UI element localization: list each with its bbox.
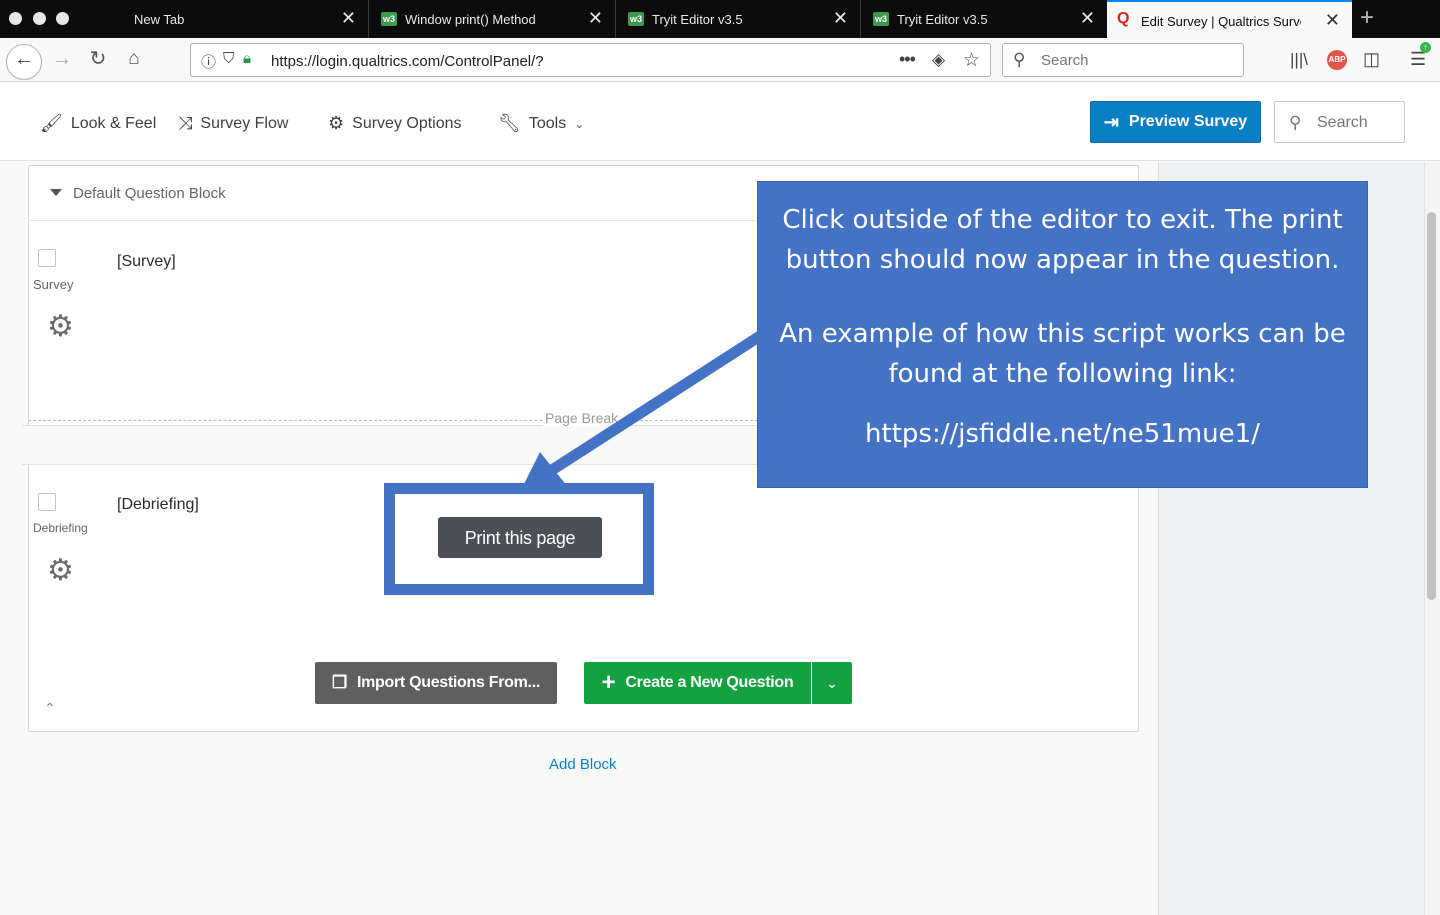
question-checkbox[interactable] <box>38 249 56 267</box>
w3-favicon-icon: w3 <box>873 12 889 26</box>
browser-tab-tryit-1[interactable]: w3 Tryit Editor v3.5 ✕ <box>616 0 860 38</box>
update-badge-icon: ↑ <box>1420 42 1431 53</box>
url-text[interactable]: https://login.qualtrics.com/ControlPanel… <box>271 53 544 70</box>
page-break-label: Page Break <box>543 410 623 426</box>
callout-link-text: https://jsfiddle.net/ne51mue1/ <box>865 419 1260 449</box>
close-tab-icon[interactable]: ✕ <box>341 8 356 28</box>
bookmark-star-icon[interactable]: ☆ <box>963 49 980 72</box>
w3-favicon-icon: w3 <box>381 12 397 26</box>
zoom-window-icon[interactable] <box>56 12 69 25</box>
chevron-down-icon: ⌄ <box>574 116 585 131</box>
question-label: Debriefing <box>33 521 88 535</box>
close-window-icon[interactable] <box>9 12 22 25</box>
browser-tab-window-print[interactable]: w3 Window print() Method ✕ <box>369 0 615 38</box>
w3-favicon-icon: w3 <box>628 12 644 26</box>
browser-tab-tryit-2[interactable]: w3 Tryit Editor v3.5 ✕ <box>861 0 1107 38</box>
collapse-triangle-icon[interactable] <box>50 189 62 196</box>
adblock-icon[interactable]: ABP <box>1327 50 1347 70</box>
add-block-link[interactable]: Add Block <box>549 756 617 773</box>
reload-icon[interactable]: ↻ <box>86 45 110 73</box>
tools-menu-button[interactable]: 🔧︎ Tools ⌄ <box>498 113 584 134</box>
browser-search-input[interactable] <box>1039 51 1239 70</box>
question-text[interactable]: [Survey] <box>117 253 176 271</box>
pocket-icon[interactable]: ◈ <box>932 50 945 70</box>
minimize-window-icon[interactable] <box>33 12 46 25</box>
create-question-dropdown-button[interactable]: ⌄ <box>812 662 852 704</box>
close-tab-icon[interactable]: ✕ <box>1080 8 1095 28</box>
wrench-icon: 🔧︎ <box>498 113 521 133</box>
gear-icon: ⚙ <box>328 113 345 133</box>
search-icon: ⚲ <box>1013 50 1026 69</box>
callout-instruction-text: Click outside of the editor to exit. The… <box>782 205 1343 275</box>
survey-toolbar: 🖌︎ Look & Feel ⤨ Survey Flow ⚙ Survey Op… <box>0 83 1440 161</box>
question-text[interactable]: [Debriefing] <box>117 496 199 514</box>
page-break-gap <box>22 425 758 465</box>
chevron-down-icon: ⌄ <box>826 675 838 691</box>
qualtrics-favicon-icon: Q <box>1117 10 1130 27</box>
library-icon[interactable]: |||\ <box>1290 50 1308 70</box>
survey-flow-button[interactable]: ⤨ Survey Flow <box>178 113 288 134</box>
browser-tab-strip: New Tab ✕ w3 Window print() Method ✕ w3 … <box>0 0 1440 38</box>
page-break-line <box>28 420 758 421</box>
sidebar-toggle-icon[interactable]: ◫ <box>1363 49 1380 70</box>
chevron-up-icon[interactable]: ⌃ <box>44 700 56 717</box>
scrollbar-thumb[interactable] <box>1427 212 1436 600</box>
browser-tab-new-tab[interactable]: New Tab ✕ <box>122 0 368 38</box>
import-questions-button[interactable]: ❐ Import Questions From... <box>315 662 557 704</box>
survey-search-box[interactable]: ⚲ <box>1274 101 1405 143</box>
preview-exit-icon: ⇥ <box>1103 111 1119 132</box>
back-arrow-icon: ← <box>14 48 34 70</box>
flow-arrows-icon: ⤨ <box>178 113 193 133</box>
callout-example-text: An example of how this script works can … <box>779 319 1346 389</box>
survey-options-button[interactable]: ⚙ Survey Options <box>328 113 462 134</box>
preview-survey-button[interactable]: ⇥ Preview Survey <box>1090 101 1261 143</box>
copy-pages-icon: ❐ <box>332 673 347 692</box>
browser-search-bar[interactable]: ⚲ <box>1002 43 1244 77</box>
close-tab-icon[interactable]: ✕ <box>833 8 848 28</box>
browser-tab-edit-survey[interactable]: Q Edit Survey | Qualtrics Survey ✕ <box>1107 0 1352 38</box>
instruction-callout: Click outside of the editor to exit. The… <box>757 181 1368 488</box>
close-tab-icon[interactable]: ✕ <box>1325 10 1340 30</box>
paintbrush-icon: 🖌︎ <box>40 113 63 133</box>
look-and-feel-button[interactable]: 🖌︎ Look & Feel <box>40 113 156 134</box>
create-new-question-button[interactable]: + Create a New Question <box>584 662 811 704</box>
home-icon[interactable]: ⌂ <box>122 45 146 73</box>
question-label: Survey <box>33 277 74 292</box>
page-actions-icon[interactable]: ••• <box>899 49 916 70</box>
question-gear-icon[interactable]: ⚙ <box>47 312 74 342</box>
close-tab-icon[interactable]: ✕ <box>588 8 603 28</box>
url-bar[interactable]: ⓘ ⛉ 🔒︎ https://login.qualtrics.com/Contr… <box>190 43 991 77</box>
search-icon: ⚲ <box>1289 113 1302 132</box>
plus-icon: + <box>601 669 616 696</box>
secure-lock-icon[interactable]: 🔒︎ <box>243 50 251 67</box>
question-checkbox[interactable] <box>38 493 56 511</box>
tracking-shield-icon[interactable]: ⛉ <box>223 50 234 67</box>
info-icon[interactable]: ⓘ <box>201 51 216 72</box>
new-tab-plus-icon[interactable]: + <box>1360 4 1374 32</box>
question-gear-icon[interactable]: ⚙ <box>47 556 74 586</box>
print-this-page-button[interactable]: Print this page <box>438 517 602 558</box>
forward-arrow-icon[interactable]: → <box>50 45 74 73</box>
block-title: Default Question Block <box>73 185 226 202</box>
survey-search-input[interactable] <box>1315 113 1399 133</box>
